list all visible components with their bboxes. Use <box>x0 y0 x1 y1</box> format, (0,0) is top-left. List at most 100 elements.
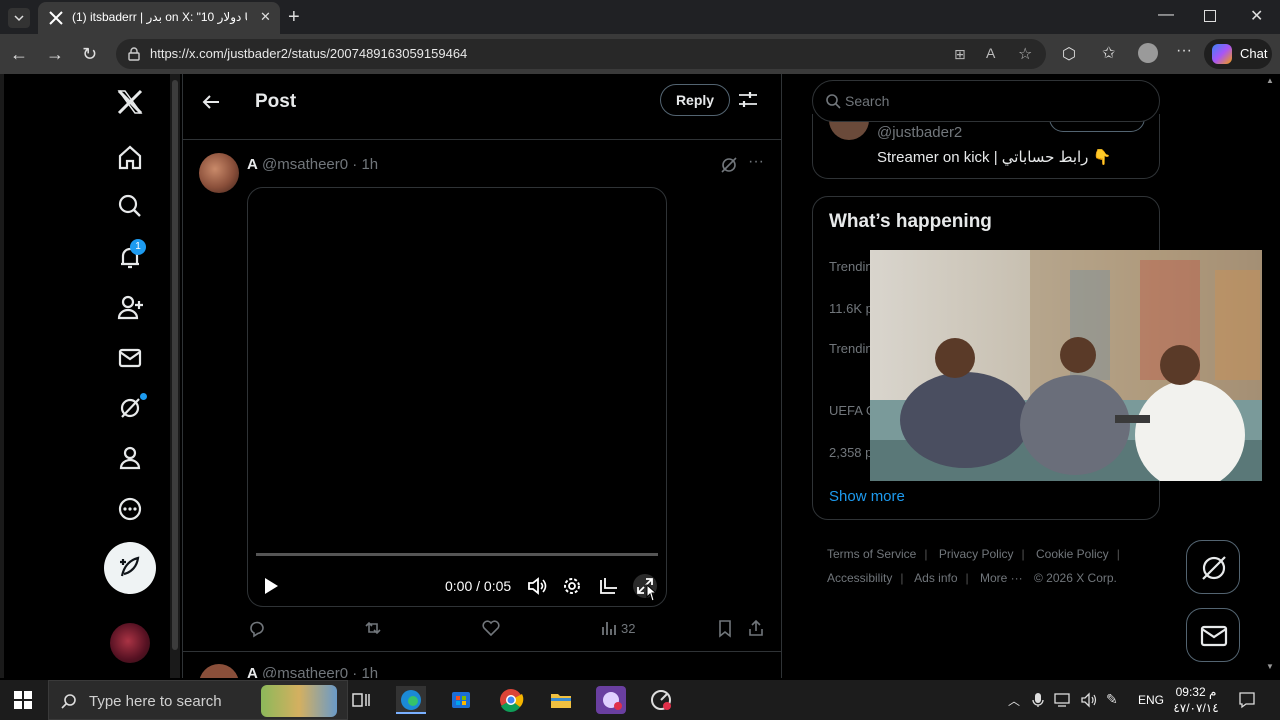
scroll-down-icon[interactable]: ▼ <box>1266 662 1274 671</box>
taskbar-search-placeholder[interactable]: Type here to search <box>89 693 222 710</box>
browser-tab[interactable]: (1) itsbaderr | بدر on X: "10 دولار U ✕ <box>38 2 280 34</box>
profile-person-icon[interactable] <box>112 440 148 476</box>
site-info-icon[interactable] <box>126 46 142 62</box>
minimize-icon[interactable]: — <box>1158 6 1174 24</box>
close-tab-icon[interactable]: ✕ <box>260 9 271 25</box>
follow-people-icon[interactable] <box>112 289 148 325</box>
video-settings-gear-icon[interactable] <box>560 574 584 598</box>
video-progress-bar[interactable] <box>256 553 658 556</box>
tab-list-icon[interactable] <box>8 8 30 28</box>
trend-item[interactable]: Trendin <box>829 341 873 356</box>
next-tweet-author[interactable]: A @msatheer0 · 1h <box>247 665 378 678</box>
footer-link[interactable]: Terms of Service <box>827 547 916 561</box>
chat-label: Chat <box>1240 46 1268 61</box>
tweet-author[interactable]: A @msatheer0 · 1h <box>247 156 378 173</box>
share-icon[interactable] <box>746 618 766 638</box>
back-arrow-icon[interactable] <box>199 90 223 114</box>
repost-icon[interactable] <box>363 618 383 638</box>
input-language[interactable]: ENG <box>1138 693 1164 707</box>
pen-icon[interactable]: ✎ <box>1106 691 1118 708</box>
extensions-icon[interactable]: ⬡ <box>1062 44 1076 64</box>
close-window-icon[interactable]: ✕ <box>1250 6 1263 26</box>
tweet-author-avatar[interactable] <box>199 153 239 193</box>
more-circle-icon[interactable] <box>112 491 148 527</box>
footer-link[interactable]: Accessibility <box>827 571 892 585</box>
compose-post-button[interactable] <box>104 542 156 594</box>
footer-link[interactable]: More ··· <box>980 571 1023 585</box>
nav-scrollbar[interactable] <box>170 74 180 678</box>
search-box[interactable]: Search <box>812 80 1160 122</box>
x-logo-icon[interactable] <box>112 84 148 120</box>
trend-item[interactable]: Trendin <box>829 259 873 274</box>
favorites-icon[interactable]: ✩ <box>1102 43 1115 63</box>
notifications-center-icon[interactable] <box>1238 691 1256 709</box>
microsoft-store-icon[interactable] <box>446 686 476 714</box>
recording-app-icon[interactable] <box>596 686 626 714</box>
nav-scrollbar-thumb[interactable] <box>172 80 178 650</box>
grok-floating-button[interactable] <box>1186 540 1240 594</box>
filter-sliders-icon[interactable] <box>737 89 759 111</box>
footer-link[interactable]: Cookie Policy <box>1036 547 1109 561</box>
follow-suggestion-handle[interactable]: @justbader2 <box>877 124 962 141</box>
volume-icon[interactable] <box>525 574 549 598</box>
scroll-up-icon[interactable]: ▲ <box>1266 76 1274 85</box>
explore-search-icon[interactable] <box>112 188 148 224</box>
like-heart-icon[interactable] <box>481 618 501 638</box>
restore-icon[interactable] <box>1204 10 1216 22</box>
volume-tray-icon[interactable] <box>1080 692 1098 708</box>
view-count[interactable]: 32 <box>621 621 635 636</box>
play-icon[interactable] <box>258 574 282 598</box>
favorite-star-icon[interactable]: ☆ <box>1018 44 1032 64</box>
windows-taskbar: Type here to search ︿ ✎ ENG 09:32 م ٤٧/٠… <box>0 680 1280 720</box>
grok-tweet-icon[interactable] <box>719 155 739 175</box>
footer-link[interactable]: Ads info <box>914 571 957 585</box>
trend-item[interactable]: 2,358 p <box>829 445 872 460</box>
tweet-author-handle[interactable]: @msatheer0 · 1h <box>262 156 378 173</box>
messages-mail-icon[interactable] <box>112 340 148 376</box>
copilot-chat-button[interactable]: Chat <box>1204 39 1272 69</box>
network-icon[interactable] <box>1054 692 1072 708</box>
screen-recorder-icon[interactable] <box>646 686 676 714</box>
show-more-link[interactable]: Show more <box>829 488 905 505</box>
back-icon[interactable]: ← <box>10 44 28 64</box>
reply-button[interactable]: Reply <box>660 84 730 116</box>
trend-item[interactable]: UEFA C <box>829 403 875 418</box>
file-explorer-icon[interactable] <box>546 686 576 714</box>
chrome-icon[interactable] <box>496 686 526 714</box>
search-placeholder[interactable]: Search <box>845 93 889 109</box>
edge-browser-icon[interactable] <box>396 686 426 714</box>
trend-item[interactable]: 11.6K p <box>829 301 873 316</box>
profile-icon[interactable] <box>1138 43 1158 63</box>
windows-start-icon[interactable] <box>14 691 32 709</box>
views-chart-icon[interactable] <box>599 618 619 638</box>
next-tweet-avatar[interactable] <box>199 664 239 678</box>
home-icon[interactable] <box>112 139 148 175</box>
picture-in-picture-icon[interactable] <box>597 574 621 598</box>
browser-menu-icon[interactable]: ··· <box>1176 42 1192 60</box>
next-tweet-author-handle[interactable]: @msatheer0 · 1h <box>262 665 378 678</box>
account-avatar[interactable] <box>110 623 150 663</box>
follow-suggestion-avatar[interactable] <box>829 120 869 140</box>
url-text[interactable]: https://x.com/justbader2/status/20074891… <box>150 46 467 61</box>
clock[interactable]: 09:32 م ٤٧/٠٧/١٤ <box>1166 684 1226 716</box>
bookmark-icon[interactable] <box>715 618 735 638</box>
new-tab-icon[interactable]: + <box>288 6 300 29</box>
address-bar[interactable]: https://x.com/justbader2/status/20074891… <box>116 39 1046 69</box>
page-scrollbar[interactable]: ▲ ▼ <box>1262 74 1280 678</box>
microphone-icon[interactable] <box>1032 692 1044 708</box>
footer-link[interactable]: Privacy Policy <box>939 547 1014 561</box>
read-aloud-icon[interactable]: A <box>986 45 995 61</box>
app-available-icon[interactable]: ⊞ <box>954 46 966 63</box>
picture-in-picture-video[interactable] <box>870 250 1280 481</box>
show-hidden-icons-icon[interactable]: ︿ <box>1008 692 1020 709</box>
video-player[interactable]: 0:00 / 0:05 <box>247 187 667 607</box>
refresh-icon[interactable]: ↻ <box>82 44 97 64</box>
reply-icon[interactable] <box>247 618 267 638</box>
tweet-more-icon[interactable]: ··· <box>748 153 764 171</box>
taskbar-search[interactable]: Type here to search <box>48 680 348 720</box>
next-tweet-author-name[interactable]: A <box>247 665 258 678</box>
task-view-icon[interactable] <box>346 686 376 714</box>
messages-floating-button[interactable] <box>1186 608 1240 662</box>
forward-icon[interactable]: → <box>46 44 64 64</box>
tweet-author-name[interactable]: A <box>247 156 258 173</box>
